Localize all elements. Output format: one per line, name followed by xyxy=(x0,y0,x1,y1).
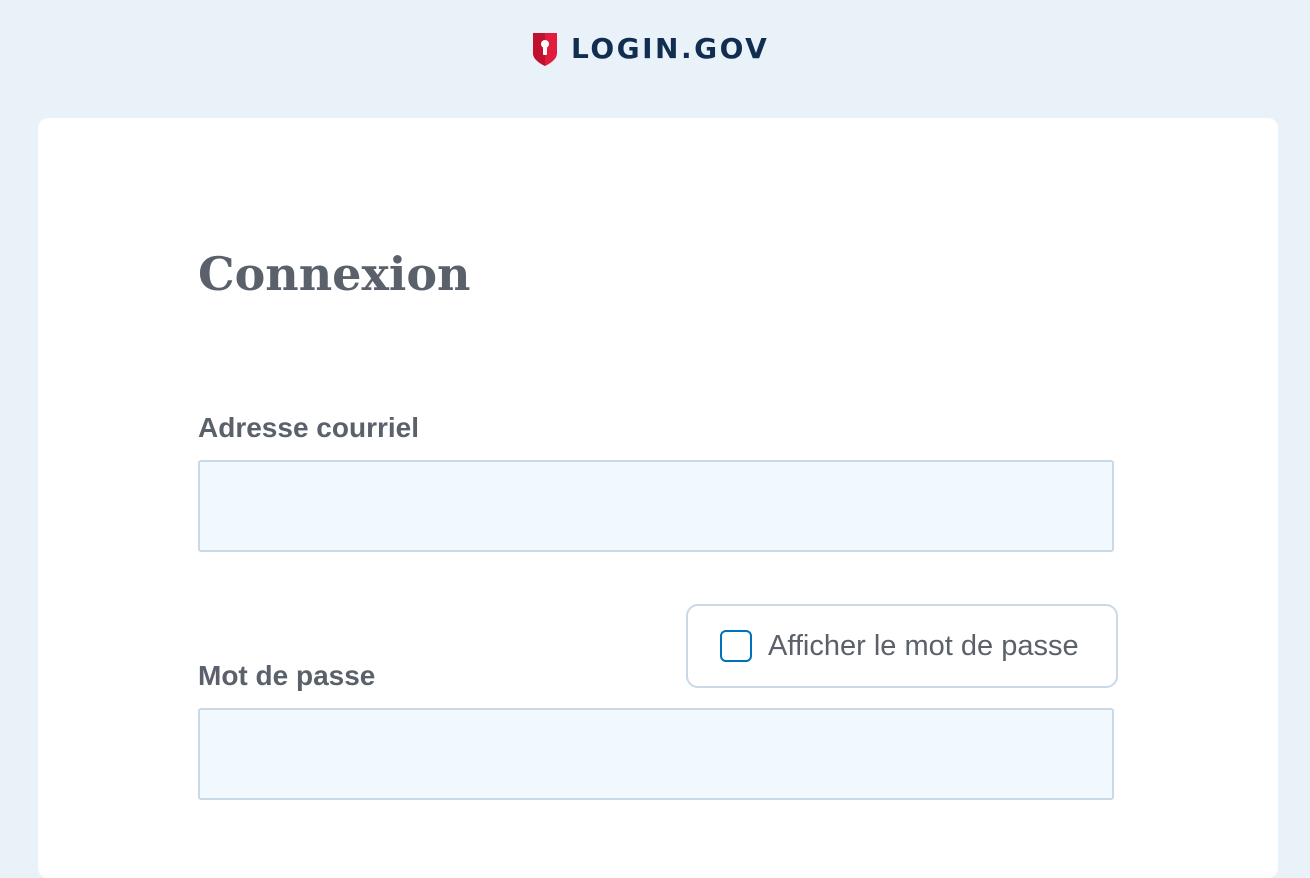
site-header: LOGIN.GOV xyxy=(0,0,1310,96)
password-label: Mot de passe xyxy=(198,660,376,691)
sign-in-card: Connexion Adresse courriel Afficher le m… xyxy=(38,118,1278,878)
login-gov-logo[interactable]: LOGIN.GOV xyxy=(531,31,769,67)
show-password-checkbox[interactable] xyxy=(720,630,752,662)
email-field[interactable] xyxy=(198,460,1114,552)
page-title: Connexion xyxy=(198,247,471,301)
show-password-label[interactable]: Afficher le mot de passe xyxy=(768,628,1079,664)
shield-keyhole-icon xyxy=(533,33,557,66)
password-field[interactable] xyxy=(198,708,1114,800)
show-password-toggle[interactable]: Afficher le mot de passe xyxy=(686,604,1118,688)
logo-text: LOGIN.GOV xyxy=(571,32,770,65)
email-label: Adresse courriel xyxy=(198,412,419,443)
